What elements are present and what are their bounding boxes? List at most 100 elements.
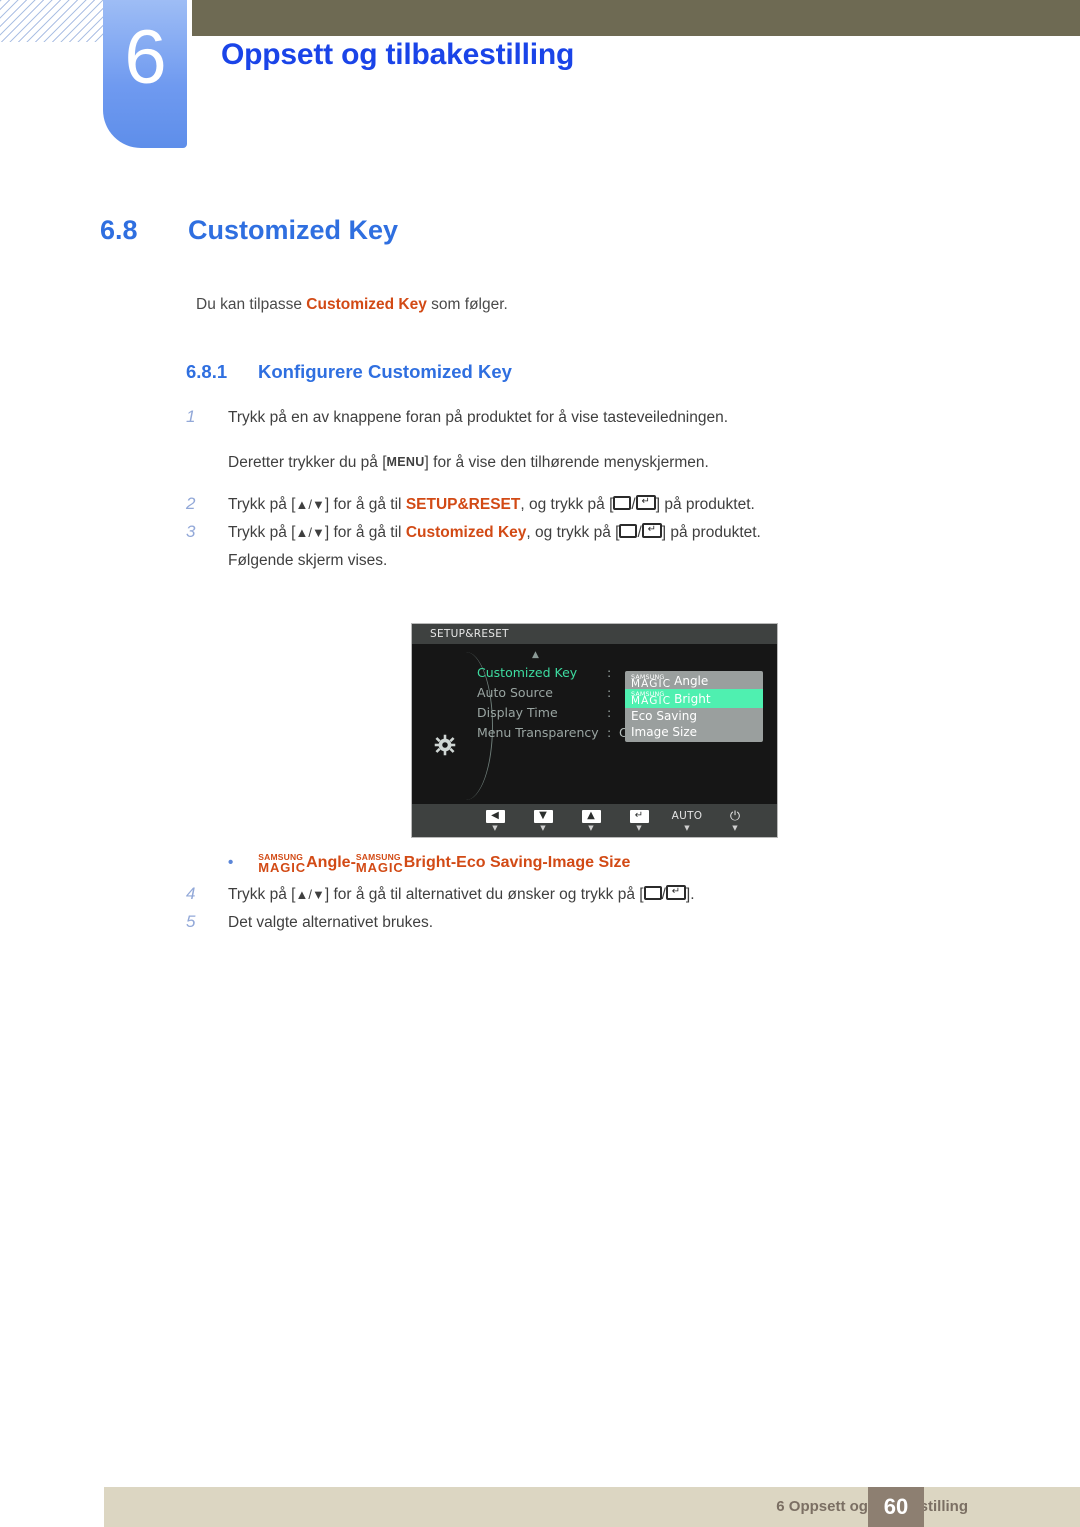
step-text: Trykk på en av knappene foran på produkt… [228,409,729,426]
header-olive-bar [192,0,1080,36]
step-text: Trykk på [▲/▼] for å gå til SETUP&RESET,… [228,492,755,517]
up-down-arrow-icon: ▲/▼ [295,887,325,902]
menu-key-label: MENU [386,455,425,470]
step-mid: ] for å gå til alternativet du ønsker og… [324,886,644,903]
brand-bottom: MAGIC [258,859,307,875]
osd-button-down[interactable]: ▼ ▼ [519,809,567,832]
osd-item-label: Auto Source [477,684,553,700]
osd-menu-screenshot: SETUP&RESET ▲ Customized Key: Auto Sour… [411,623,778,838]
osd-titlebar: SETUP&RESET [412,624,777,644]
osd-button-up[interactable]: ▲ ▼ [567,809,615,832]
left-arrow-icon: ◀ [485,809,505,823]
chapter-number: 6 [124,15,166,100]
option-angle: Angle [306,853,351,871]
up-arrow-icon: ▲ [581,809,601,823]
step-number: 5 [186,912,196,932]
step-text: Det valgte alternativet brukes. [228,914,434,932]
section-heading: 6.8 Customized Key [100,215,398,246]
samsung-magic-logo: SAMSUNG MAGIC [631,691,671,707]
scroll-up-arrow-icon: ▲ [532,650,539,660]
steps-list-lower: 4 Trykk på [▲/▼] for å gå til alternativ… [186,882,966,938]
section-number: 6.8 [100,215,138,245]
auto-label: AUTO [671,809,703,822]
osd-colon: : [607,704,612,720]
steps-list-upper: 1 Trykk på en av knappene foran på produ… [186,405,966,574]
page-number-badge: 60 [868,1487,924,1527]
options-bullet-line: • SAMSUNG MAGIC Angle - SAMSUNG MAGIC Br… [228,853,631,875]
button-tick-icon: ▼ [540,823,546,832]
option-image-size: Image Size [547,853,631,871]
followup-prefix: Deretter trykker du på [ [228,454,387,472]
step-suffix: ] på produktet. [661,524,761,542]
dropdown-item-magic-bright[interactable]: SAMSUNG MAGIC Bright [625,689,763,708]
chapter-title: Oppsett og tilbakestilling [221,38,575,71]
step-3: 3 Trykk på [▲/▼] for å gå til Customized… [186,520,966,545]
step-3-followup: Følgende skjerm vises. [228,552,388,570]
up-down-arrow-icon: ▲/▼ [295,525,325,541]
dropdown-item-image-size[interactable]: Image Size [625,724,763,740]
source-key-icon [613,496,632,511]
button-tick-icon: ▼ [492,823,498,832]
brand-bottom: MAGIC [355,859,404,875]
step-2: 2 Trykk på [▲/▼] for å gå til SETUP&RESE… [186,492,966,517]
osd-button-power[interactable]: ⏻ ▼ [711,810,759,832]
page-number: 60 [883,1494,909,1519]
enter-key-icon: ↵ [665,885,686,900]
source-key-icon [619,524,638,539]
step-mid: ] for å gå til [324,524,406,542]
dropdown-item-magic-angle[interactable]: SAMSUNG MAGIC Angle [625,673,763,689]
followup-suffix: ] for å vise den tilhørende menyskjermen… [424,454,709,472]
step-suffix: ]. [685,886,695,903]
up-down-arrow-icon: ▲/▼ [295,497,325,513]
enter-icon: ↵ [629,809,649,823]
enter-key-icon: ↵ [635,495,656,511]
osd-item-label: Menu Transparency [477,724,599,740]
osd-title: SETUP&RESET [430,628,509,640]
step-number: 2 [186,494,196,514]
corner-hatch-decoration [0,0,104,42]
osd-item-label: Display Time [477,704,558,720]
option-bright: Bright [403,853,451,871]
button-tick-icon: ▼ [636,823,642,832]
down-arrow-icon: ▼ [533,809,553,823]
step-text: Trykk på [▲/▼] for å gå til Customized K… [228,520,761,545]
step-prefix: Trykk på [ [228,886,296,903]
samsung-magic-logo: SAMSUNG MAGIC [355,853,404,875]
step-mid2: , og trykk på [ [526,524,620,542]
intro-prefix: Du kan tilpasse [196,296,307,313]
step-keyword: SETUP&RESET [405,496,521,514]
source-key-icon [643,886,662,900]
osd-button-auto[interactable]: AUTO ▼ [663,810,711,832]
step-1: 1 Trykk på en av knappene foran på produ… [186,405,966,430]
step-number: 3 [186,522,196,542]
osd-dropdown-list: SAMSUNG MAGIC Angle SAMSUNG MAGIC Bright… [625,671,763,742]
osd-button-left[interactable]: ◀ ▼ [471,809,519,832]
dropdown-item-label: Eco Saving [631,709,697,723]
step-keyword: Customized Key [405,524,527,542]
button-tick-icon: ▼ [732,823,738,832]
option-eco-saving: Eco Saving [456,853,543,871]
step-1-followup: Deretter trykker du på [MENU] for å vise… [228,450,966,475]
dropdown-item-label: Angle [674,674,709,688]
intro-suffix: som følger. [426,296,508,313]
subsection-number: 6.8.1 [186,361,228,382]
step-4: 4 Trykk på [▲/▼] for å gå til alternativ… [186,882,966,907]
subsection-title: Konfigurere Customized Key [258,361,512,382]
dropdown-item-eco-saving[interactable]: Eco Saving [625,708,763,724]
intro-keyword: Customized Key [306,296,427,313]
subsection-heading: 6.8.1 Konfigurere Customized Key [186,361,512,383]
bullet-dot-icon: • [228,854,234,872]
chapter-number-tab: 6 [103,0,187,148]
brand-bottom: MAGIC [631,677,672,690]
osd-body: ▲ Customized Key : Auto Source : Display… [412,644,777,804]
samsung-magic-logo: SAMSUNG MAGIC [258,853,307,875]
osd-button-enter[interactable]: ↵ ▼ [615,809,663,832]
step-mid: ] for å gå til [324,496,406,514]
button-tick-icon: ▼ [684,823,690,832]
samsung-magic-logo: SAMSUNG MAGIC [631,674,672,690]
step-text: Trykk på [▲/▼] for å gå til alternativet… [228,882,695,907]
osd-colon: : [607,684,612,700]
step-5: 5 Det valgte alternativet brukes. [186,910,966,935]
